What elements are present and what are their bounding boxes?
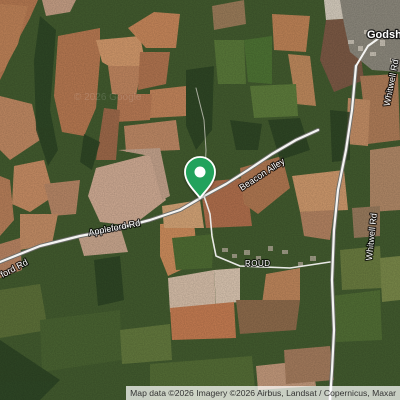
- place-label-godshill: Godsh: [367, 29, 400, 41]
- place-label-roud: ROUD: [245, 259, 271, 268]
- map-attribution: Map data ©2026 Imagery ©2026 Airbus, Lan…: [126, 386, 400, 400]
- satellite-map[interactable]: Godsh ROUD Appleford Rd ford Rd Beacon A…: [0, 0, 400, 400]
